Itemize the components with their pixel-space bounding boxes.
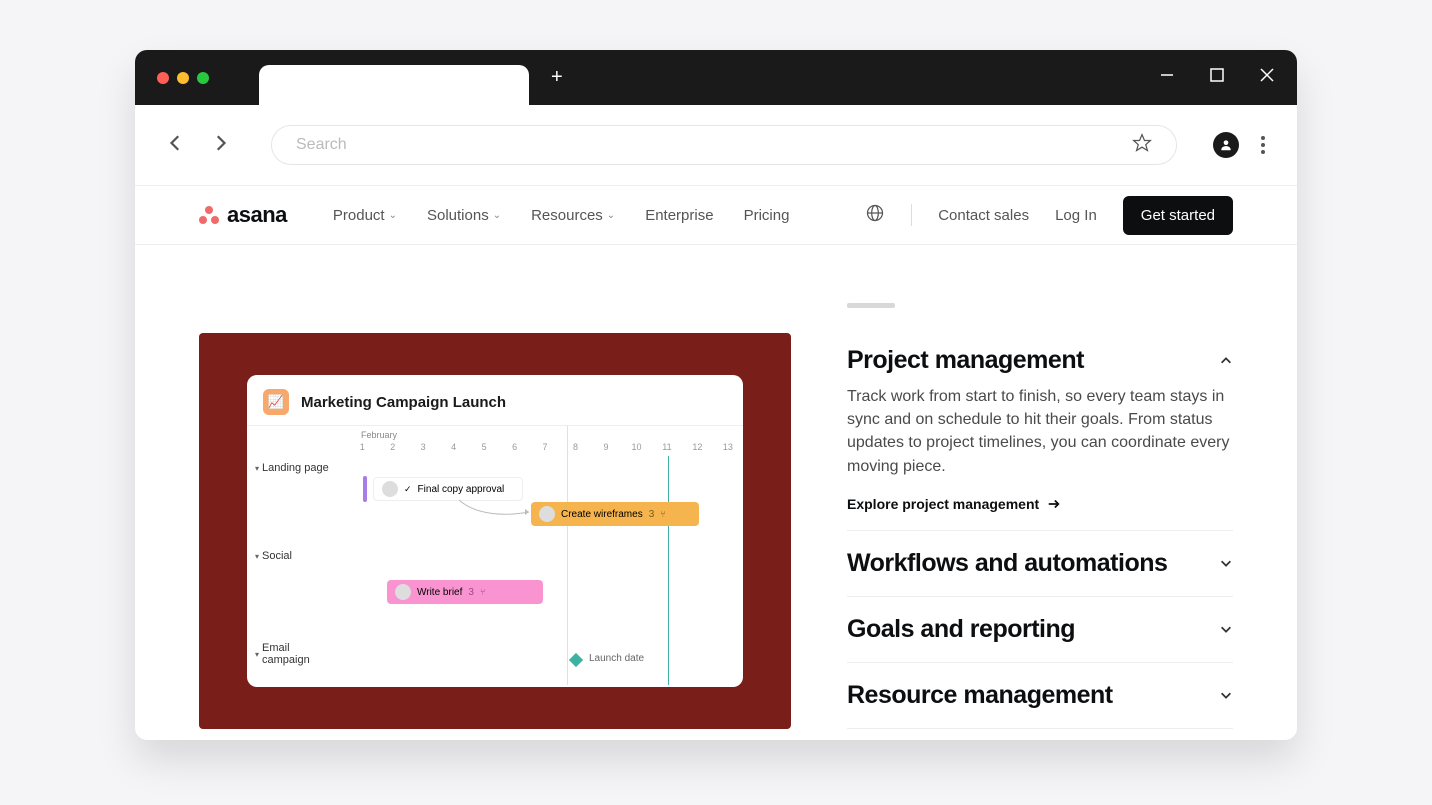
content-area: 📈 Marketing Campaign Launch February 1 2… xyxy=(135,245,1297,740)
avatar-icon xyxy=(382,481,398,497)
timeline-sidebar: Landing page Social Email campaign xyxy=(247,456,347,672)
nav-pricing[interactable]: Pricing xyxy=(744,207,790,224)
chevron-down-icon xyxy=(1219,556,1233,570)
dependency-arrow-icon xyxy=(457,498,533,518)
subtask-icon: ⑂ xyxy=(660,509,665,519)
maximize-window-button[interactable] xyxy=(197,72,209,84)
tab-indicator xyxy=(847,303,895,308)
accordion-goals: Goals and reporting xyxy=(847,597,1233,663)
contact-sales-link[interactable]: Contact sales xyxy=(938,207,1029,224)
profile-avatar[interactable] xyxy=(1213,132,1239,158)
chevron-down-icon xyxy=(1219,688,1233,702)
chevron-down-icon: ⌄ xyxy=(607,210,615,221)
logo-dots-icon xyxy=(199,206,219,224)
new-tab-button[interactable]: + xyxy=(551,66,563,89)
minimize-window-button[interactable] xyxy=(177,72,189,84)
section-social[interactable]: Social xyxy=(247,544,347,568)
divider xyxy=(911,204,912,226)
avatar-icon xyxy=(395,584,411,600)
accordion-column: Project management Track work from start… xyxy=(847,303,1233,740)
milestone-label: Launch date xyxy=(589,653,644,664)
explore-link[interactable]: Explore project management xyxy=(847,496,1233,512)
accordion-workflows: Workflows and automations xyxy=(847,531,1233,597)
chevron-down-icon xyxy=(1219,622,1233,636)
asana-logo[interactable]: asana xyxy=(199,202,287,228)
traffic-lights xyxy=(157,72,209,84)
chart-icon: 📈 xyxy=(263,389,289,415)
logo-text: asana xyxy=(227,202,287,228)
browser-tab[interactable] xyxy=(259,65,529,105)
globe-icon[interactable] xyxy=(865,203,885,228)
forward-button[interactable] xyxy=(211,134,229,157)
close-window-button[interactable] xyxy=(157,72,169,84)
nav-solutions[interactable]: Solutions⌄ xyxy=(427,207,501,224)
timeline-title: Marketing Campaign Launch xyxy=(301,394,506,411)
header-right: Contact sales Log In Get started xyxy=(865,196,1233,235)
browser-toolbar: Search xyxy=(135,105,1297,185)
titlebar: + xyxy=(135,50,1297,105)
maximize-icon[interactable] xyxy=(1209,67,1225,88)
bookmark-star-icon[interactable] xyxy=(1132,133,1152,158)
accordion-description: Track work from start to finish, so ever… xyxy=(847,385,1233,478)
nav-enterprise[interactable]: Enterprise xyxy=(645,207,713,224)
nav-resources[interactable]: Resources⌄ xyxy=(531,207,615,224)
timeline-grid: ✓ Final copy approval Create wireframes … xyxy=(347,456,743,685)
get-started-button[interactable]: Get started xyxy=(1123,196,1233,235)
subtask-icon: ⑂ xyxy=(480,587,485,597)
kebab-menu-icon[interactable] xyxy=(1261,136,1265,154)
timeline-header: 📈 Marketing Campaign Launch xyxy=(247,375,743,425)
illustration-column: 📈 Marketing Campaign Launch February 1 2… xyxy=(199,303,791,740)
chevron-down-icon: ⌄ xyxy=(493,210,501,221)
task-write-brief[interactable]: Write brief 3 ⑂ xyxy=(387,580,543,604)
close-icon[interactable] xyxy=(1259,67,1275,88)
section-landing[interactable]: Landing page xyxy=(247,456,347,480)
chevron-down-icon: ⌄ xyxy=(389,210,397,221)
login-link[interactable]: Log In xyxy=(1055,207,1097,224)
accordion-header[interactable]: Goals and reporting xyxy=(847,615,1233,644)
accordion-header[interactable]: Resource management xyxy=(847,681,1233,710)
accordion-title: Project management xyxy=(847,346,1084,375)
timeline-illustration: 📈 Marketing Campaign Launch February 1 2… xyxy=(199,333,791,729)
chevron-up-icon xyxy=(1219,354,1233,368)
accordion-body: Track work from start to finish, so ever… xyxy=(847,385,1233,512)
accordion-admin-security: Admin and security xyxy=(847,729,1233,740)
accordion-project-management: Project management Track work from start… xyxy=(847,346,1233,531)
minimize-icon[interactable] xyxy=(1159,67,1175,88)
browser-window: + Search asana Product⌄ Solutions⌄ Res xyxy=(135,50,1297,740)
window-controls xyxy=(1159,67,1275,88)
toolbar-right xyxy=(1213,132,1265,158)
accordion-title: Goals and reporting xyxy=(847,615,1075,644)
vertical-divider xyxy=(567,426,568,685)
accordion-title: Resource management xyxy=(847,681,1113,710)
timeline-card: 📈 Marketing Campaign Launch February 1 2… xyxy=(247,375,743,687)
milestone-bar xyxy=(363,476,367,502)
today-marker xyxy=(668,456,669,685)
nav-product[interactable]: Product⌄ xyxy=(333,207,397,224)
search-input[interactable]: Search xyxy=(271,125,1177,165)
section-email[interactable]: Email campaign xyxy=(247,636,347,672)
task-wireframes[interactable]: Create wireframes 3 ⑂ xyxy=(531,502,699,526)
day-axis: 1 2 3 4 5 6 7 8 9 10 11 12 13 xyxy=(347,442,743,452)
avatar-icon xyxy=(539,506,555,522)
main-nav: Product⌄ Solutions⌄ Resources⌄ Enterpris… xyxy=(333,207,790,224)
accordion-header[interactable]: Workflows and automations xyxy=(847,549,1233,578)
nav-arrows xyxy=(167,134,229,157)
month-label: February xyxy=(361,430,397,440)
accordion-title: Workflows and automations xyxy=(847,549,1167,578)
accordion-resource-mgmt: Resource management xyxy=(847,663,1233,729)
arrow-right-icon xyxy=(1047,497,1061,511)
search-placeholder: Search xyxy=(296,136,347,154)
milestone-diamond-icon xyxy=(569,653,583,667)
site-header: asana Product⌄ Solutions⌄ Resources⌄ Ent… xyxy=(135,185,1297,245)
accordion-header[interactable]: Project management xyxy=(847,346,1233,375)
back-button[interactable] xyxy=(167,134,185,157)
timeline-body: February 1 2 3 4 5 6 7 8 9 10 11 xyxy=(247,425,743,685)
